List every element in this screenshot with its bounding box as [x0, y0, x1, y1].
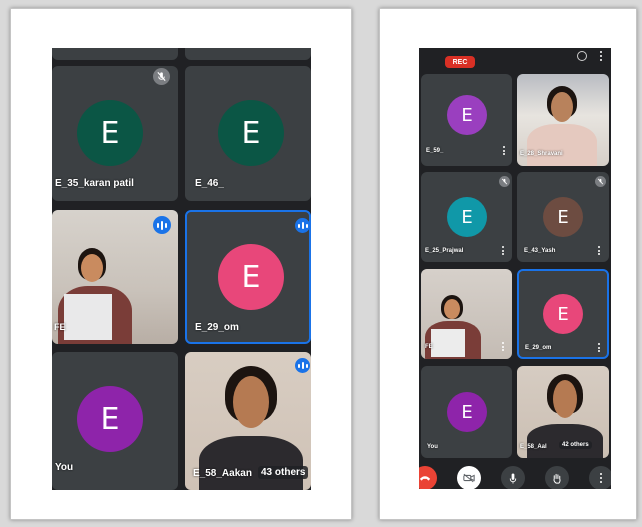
mic-off-icon — [499, 176, 510, 187]
end-call-button[interactable] — [419, 466, 437, 489]
participant-name: FE — [54, 322, 66, 332]
hand-icon — [553, 473, 561, 484]
microphone-button[interactable] — [501, 466, 525, 489]
participant-tile-aakanksha[interactable]: E_58_Aal 42 others — [517, 366, 609, 458]
tile-menu-icon[interactable] — [597, 343, 600, 352]
participant-avatar: E — [447, 392, 487, 432]
video-person-head — [233, 376, 269, 428]
participant-tile-karan[interactable]: E E_35_karan patil — [52, 66, 178, 201]
video-person-head — [81, 254, 103, 282]
participant-avatar: E — [447, 197, 487, 237]
participant-avatar: E — [543, 294, 583, 334]
participant-name: E_59_ — [426, 148, 444, 154]
more-controls-button[interactable] — [589, 466, 611, 489]
participant-tile-om[interactable]: E E_29_om — [185, 210, 311, 344]
tile-menu-icon[interactable] — [597, 246, 600, 255]
participant-name: E_25_Prajwal — [425, 248, 464, 254]
left-meeting-screen: E E_35_karan patil E E_46_ FE E E_29_om — [52, 48, 311, 490]
video-person-body — [199, 436, 303, 490]
others-count-badge[interactable]: 43 others — [258, 466, 309, 479]
recording-badge: REC — [445, 56, 475, 68]
video-person-head — [553, 380, 577, 418]
participant-tile-e59[interactable]: E E_59_ — [421, 74, 512, 166]
participant-tile-yash[interactable]: E E_43_Yash — [517, 172, 609, 262]
participant-avatar: E — [218, 244, 284, 310]
video-paper — [64, 294, 112, 340]
participant-name: You — [55, 462, 74, 473]
tile-menu-icon[interactable] — [501, 246, 504, 255]
participant-avatar: E — [447, 95, 487, 135]
participant-avatar: E — [77, 100, 143, 166]
participant-name: E_46_ — [195, 178, 224, 189]
camera-toggle-button[interactable] — [457, 466, 481, 489]
right-photo-frame: REC E E_59_ E_28_Shravani E E_25_Prajwal — [379, 8, 637, 520]
participant-name: E_58_Aakan — [193, 468, 252, 479]
right-meeting-screen: REC E E_59_ E_28_Shravani E E_25_Prajwal — [419, 48, 611, 489]
participant-name: E_58_Aal — [520, 444, 547, 450]
participant-tile-e46[interactable]: E E_46_ — [185, 66, 311, 201]
participant-tile-you[interactable]: E You — [421, 366, 512, 458]
participant-tile-prajwal[interactable]: E E_25_Prajwal — [421, 172, 512, 262]
participant-name: You — [427, 444, 438, 450]
camera-off-icon — [463, 473, 475, 483]
speaking-indicator-icon — [153, 216, 171, 234]
end-call-icon — [419, 476, 431, 481]
left-photo-frame: E E_35_karan patil E E_46_ FE E E_29_om — [10, 8, 352, 520]
participant-avatar: E — [543, 197, 583, 237]
raise-hand-button[interactable] — [545, 466, 569, 489]
participant-name: E_28_Shravani — [520, 151, 563, 157]
switch-camera-icon[interactable] — [577, 51, 587, 61]
more-vert-icon — [600, 473, 603, 483]
video-person-head — [444, 299, 460, 319]
more-options-icon[interactable] — [599, 51, 603, 61]
speaking-indicator-icon — [295, 358, 310, 373]
participant-name: E_35_karan patil — [55, 178, 134, 189]
mic-off-icon — [153, 68, 170, 85]
tile-menu-icon[interactable] — [501, 342, 504, 351]
participant-name: FE — [425, 344, 433, 350]
others-count-badge[interactable]: 42 others — [559, 441, 592, 449]
participant-name: E_43_Yash — [524, 248, 556, 254]
participant-tile-om[interactable]: E E_29_om — [517, 269, 609, 359]
video-paper — [431, 329, 465, 357]
speaking-indicator-icon — [295, 218, 310, 233]
participant-tile-fe[interactable]: FE — [421, 269, 512, 359]
mic-icon — [509, 472, 517, 484]
mic-off-icon — [595, 176, 606, 187]
tile-menu-icon[interactable] — [502, 146, 505, 155]
partial-top-tile-left — [52, 48, 178, 60]
participant-name: E_29_om — [525, 345, 552, 351]
participant-name: E_29_om — [195, 322, 239, 333]
video-person-body — [527, 124, 597, 166]
participant-avatar: E — [77, 386, 143, 452]
video-person-head — [551, 92, 573, 122]
participant-tile-you[interactable]: E You — [52, 352, 178, 490]
partial-top-tile-right — [185, 48, 311, 60]
participant-tile-shravani[interactable]: E_28_Shravani — [517, 74, 609, 166]
participant-avatar: E — [218, 100, 284, 166]
